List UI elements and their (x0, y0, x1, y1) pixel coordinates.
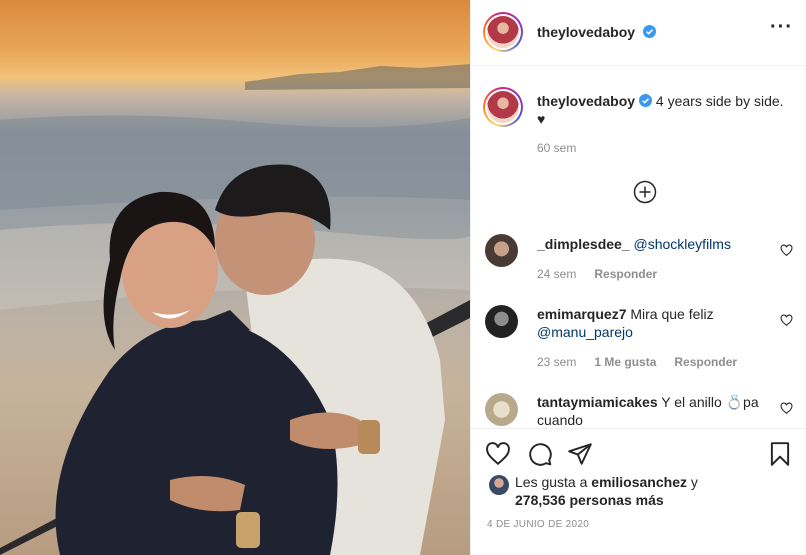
comment-likes-count[interactable]: 1 Me gusta (594, 355, 656, 369)
comment-mention[interactable]: @manu_parejo (537, 324, 633, 340)
comment-text: tantaymiamicakes Y el anillo 💍pa cuando (537, 393, 772, 428)
comment-text: emimarquez7 Mira que feliz @manu_parejo (537, 305, 772, 341)
more-options-icon[interactable]: ··· (770, 17, 793, 37)
verified-badge-icon (639, 94, 653, 107)
comment-meta: 23 sem 1 Me gusta Responder (537, 355, 737, 369)
commenter-avatar[interactable] (485, 393, 518, 426)
reply-button[interactable]: Responder (674, 355, 737, 369)
post-actions-section: Les gusta a emiliosanchez y 278,536 pers… (471, 428, 806, 555)
caption-username[interactable]: theylovedaboy (537, 93, 635, 109)
post-photo[interactable] (0, 0, 470, 555)
load-more-comments-icon[interactable] (633, 180, 657, 204)
liker-avatar[interactable] (489, 475, 509, 495)
likes-prefix: Les gusta a (515, 474, 588, 490)
liker-username[interactable]: emiliosanchez (591, 474, 687, 490)
comment-text: _dimplesdee_ @shockleyfilms (537, 235, 772, 253)
instagram-post-modal: theylovedaboy ··· theylovedaboy 4 years … (0, 0, 806, 555)
comment-like-heart-icon[interactable] (780, 402, 793, 415)
post-side-panel: theylovedaboy ··· theylovedaboy 4 years … (470, 0, 806, 555)
caption: theylovedaboy 4 years side by side. ♥ (537, 92, 795, 128)
commenter-avatar[interactable] (485, 305, 518, 338)
comment-body: Mira que feliz (630, 306, 714, 322)
like-heart-icon[interactable] (485, 441, 511, 467)
comment-time[interactable]: 24 sem (537, 267, 576, 281)
comment-username[interactable]: emimarquez7 (537, 306, 626, 322)
post-header: theylovedaboy ··· (471, 0, 806, 66)
commenter-avatar[interactable] (485, 234, 518, 267)
likes-joiner: y (690, 474, 698, 490)
comment-username[interactable]: tantaymiamicakes (537, 394, 658, 410)
comment-meta: 24 sem Responder (537, 267, 657, 281)
comment-bubble-icon[interactable] (527, 441, 553, 467)
comment-item: tantaymiamicakes Y el anillo 💍pa cuando (471, 392, 806, 428)
caption-author-avatar[interactable] (483, 87, 523, 127)
author-avatar[interactable] (483, 12, 523, 52)
likes-others-count[interactable]: 278,536 personas más (515, 492, 664, 508)
caption-time[interactable]: 60 sem (537, 141, 576, 155)
comment-time[interactable]: 23 sem (537, 355, 576, 369)
save-bookmark-icon[interactable] (767, 441, 793, 467)
share-paper-plane-icon[interactable] (567, 441, 593, 467)
reply-button[interactable]: Responder (594, 267, 657, 281)
photo-illustration (0, 64, 470, 555)
verified-badge-icon (642, 25, 656, 38)
comment-mention[interactable]: @shockleyfilms (634, 236, 731, 252)
comment-like-heart-icon[interactable] (780, 244, 793, 257)
author-username[interactable]: theylovedaboy (537, 24, 656, 40)
post-date[interactable]: 4 DE JUNIO DE 2020 (487, 519, 589, 530)
comment-username[interactable]: _dimplesdee_ (537, 236, 630, 252)
comment-like-heart-icon[interactable] (780, 314, 793, 327)
